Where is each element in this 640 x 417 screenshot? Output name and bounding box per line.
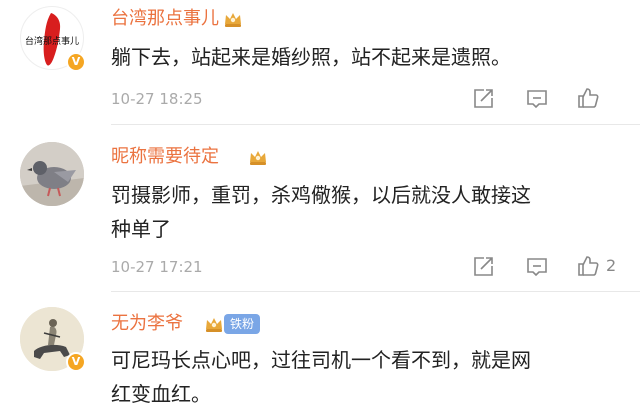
verified-badge: V <box>66 52 86 72</box>
like-icon[interactable] <box>576 254 600 278</box>
username[interactable]: 无为李爷 <box>111 313 183 335</box>
share-icon[interactable] <box>471 87 495 111</box>
share-icon[interactable] <box>471 255 495 279</box>
comment-text-line: 红变血红。 <box>111 382 211 406</box>
crown-icon <box>206 318 222 332</box>
like-icon[interactable] <box>576 86 600 110</box>
comment-icon[interactable] <box>525 87 549 111</box>
comment-icon[interactable] <box>525 255 549 279</box>
comment-item: V 无为李爷 铁粉 可尼玛长点心吧，过往司机一个看不到，就是网 红变血红。 <box>0 292 640 417</box>
comment-item: 昵称需要待定 罚摄影师，重罚，杀鸡儆猴，以后就没人敢接这 种单了 10-27 1… <box>0 125 640 292</box>
timestamp: 10-27 17:21 <box>111 258 203 276</box>
comment-text: 可尼玛长点心吧，过往司机一个看不到，就是网 红变血红。 <box>111 343 626 411</box>
fan-badge: 铁粉 <box>224 314 261 334</box>
username[interactable]: 昵称需要待定 <box>111 146 219 168</box>
comment-text-line: 罚摄影师，重罚，杀鸡儆猴，以后就没人敢接这 <box>111 183 531 207</box>
comment-text-line: 种单了 <box>111 217 171 241</box>
comment-text-line: 可尼玛长点心吧，过往司机一个看不到，就是网 <box>111 348 531 372</box>
pigeon-photo <box>20 142 84 206</box>
comment-text: 罚摄影师，重罚，杀鸡儆猴，以后就没人敢接这 种单了 <box>111 178 626 246</box>
comment-item: 台湾那点事儿 V 台湾那点事儿 躺下去，站起来是婚纱照，站不起来是遗照。 10-… <box>0 0 640 125</box>
comment-text: 躺下去，站起来是婚纱照，站不起来是遗照。 <box>111 45 511 69</box>
crown-icon <box>225 13 241 27</box>
crown-icon <box>250 151 266 165</box>
avatar-caption: 台湾那点事儿 <box>25 37 80 47</box>
like-count: 2 <box>606 256 617 275</box>
username[interactable]: 台湾那点事儿 <box>111 8 219 30</box>
verified-badge: V <box>66 352 86 372</box>
timestamp: 10-27 18:25 <box>111 90 203 108</box>
avatar[interactable] <box>20 142 84 206</box>
